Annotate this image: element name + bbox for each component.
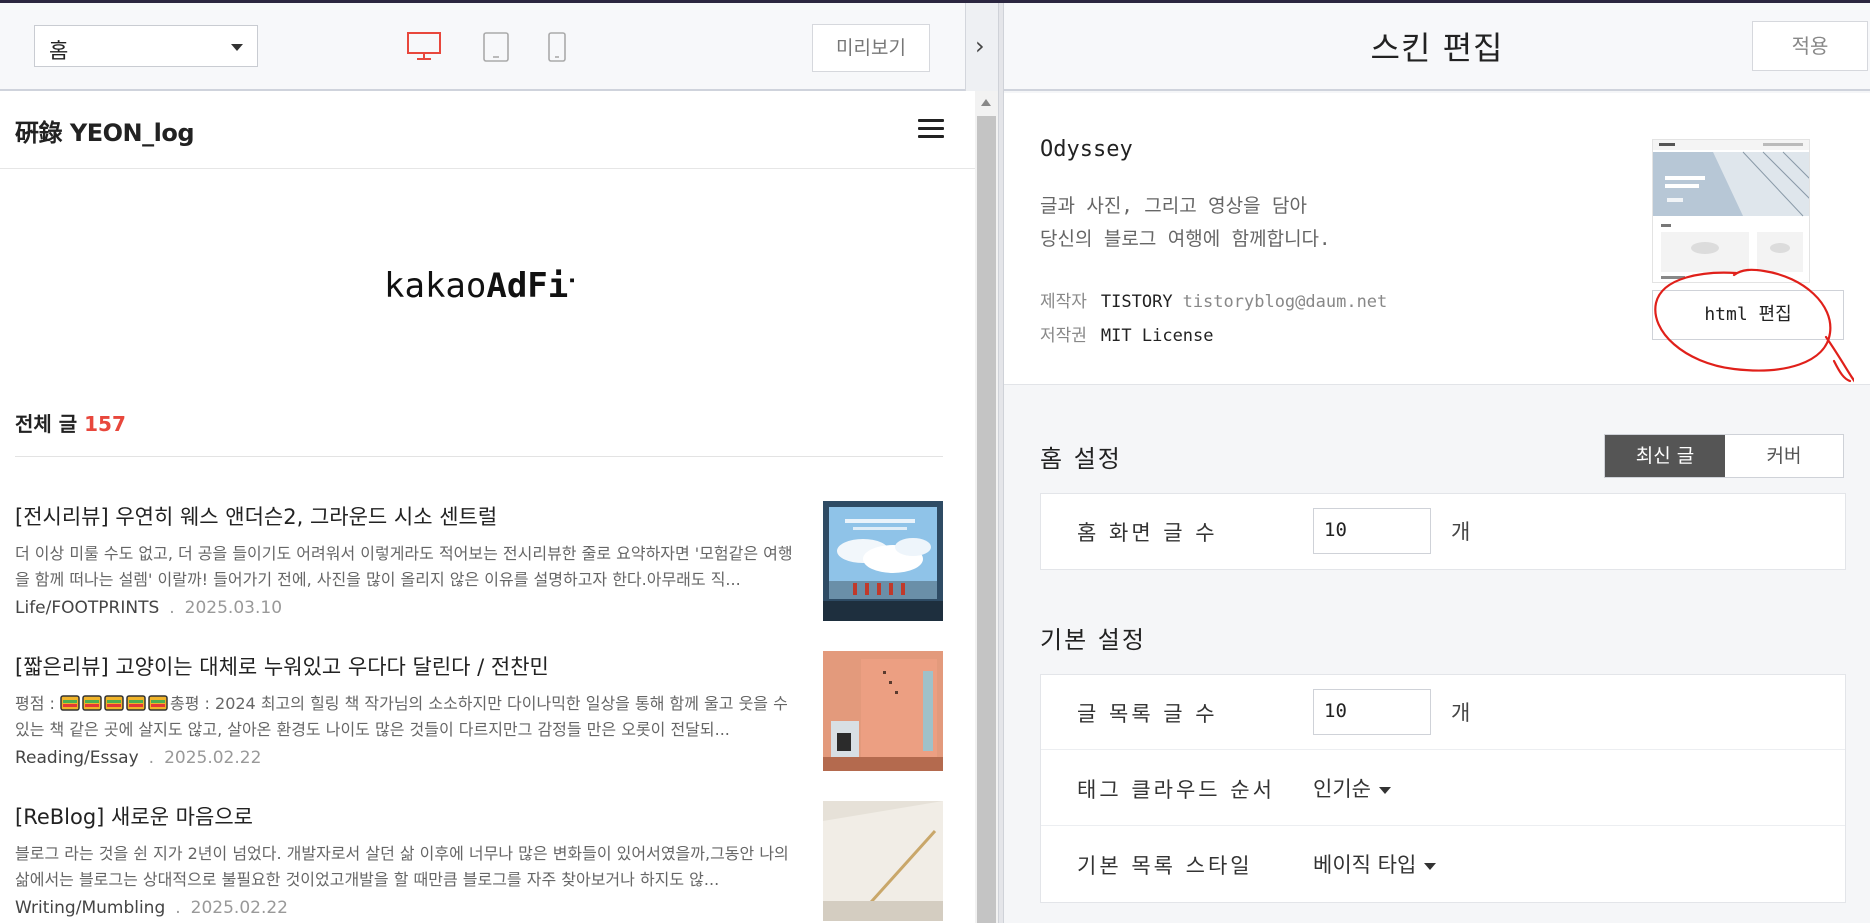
post-title[interactable]: [짧은리뷰] 고양이는 대체로 누워있고 우다다 달린다 / 전찬민	[15, 651, 795, 681]
setting-row: 기본 목록 스타일 베이직 타입	[1041, 827, 1845, 902]
blog-preview: 硏錄 YEON_log kakaoAdFit 전체 글 157 [전시리뷰] 우…	[0, 91, 975, 923]
list-style-label: 기본 목록 스타일	[1077, 854, 1253, 878]
license-value: MIT License	[1100, 326, 1214, 346]
unit-label: 개	[1451, 701, 1471, 725]
post-title[interactable]: [전시리뷰] 우연히 웨스 앤더슨2, 그라운드 시소 센트럴	[15, 501, 795, 531]
post-date: 2025.02.22	[190, 898, 288, 918]
post-excerpt: 블로그 라는 것을 쉰 지가 2년이 넘었다. 개발자로서 살던 삶 이후에 너…	[15, 844, 789, 889]
preview-toolbar: 홈 미리보기	[0, 3, 998, 91]
apply-button[interactable]: 적용	[1752, 21, 1868, 71]
post-category[interactable]: Reading/Essay	[15, 748, 139, 768]
preview-scrollbar[interactable]	[975, 91, 998, 923]
hamburger-icon[interactable]	[918, 119, 944, 139]
post-category[interactable]: Writing/Mumbling	[15, 898, 165, 918]
post-date: 2025.02.22	[164, 748, 262, 768]
post-excerpt: 평점 : 총평 : 2024 최고의 힐링 책 작가님의 소소하지만 다이나믹한…	[15, 691, 797, 743]
skin-license: 저작권 MIT License	[1040, 321, 1214, 346]
post-meta: Life/FOOTPRINTS. 2025.03.10	[15, 598, 282, 618]
page-select[interactable]: 홈	[34, 25, 258, 67]
page-select-value: 홈	[49, 39, 69, 63]
list-post-count-input[interactable]: 10	[1313, 689, 1431, 735]
editor-toolbar: 스킨 편집 적용	[1004, 3, 1870, 91]
scrollbar-thumb[interactable]	[977, 116, 996, 923]
post-item[interactable]: [ReBlog] 새로운 마음으로 블로그 라는 것을 쉰 지가 2년이 넘었다…	[15, 801, 945, 923]
mobile-icon[interactable]	[546, 31, 568, 63]
rating-prefix: 평점 :	[15, 694, 61, 713]
kakao-adfit-banner[interactable]: kakaoAdFit	[384, 266, 574, 316]
adfit-text-bold: AdFit	[486, 266, 574, 306]
caret-down-icon	[231, 44, 243, 51]
total-posts-label: 전체 글	[15, 412, 78, 436]
basic-settings-title: 기본 설정	[1040, 626, 1146, 654]
post-thumbnail[interactable]	[823, 501, 943, 621]
tag-cloud-order-label: 태그 클라우드 순서	[1077, 778, 1275, 802]
skin-description: 글과 사진, 그리고 영상을 담아 당신의 블로그 여행에 함께합니다.	[1040, 190, 1330, 256]
license-key: 저작권	[1040, 326, 1087, 346]
post-date: 2025.03.10	[184, 598, 283, 618]
skin-editor-pane: 스킨 편집 적용 Odyssey 글과 사진, 그리고 영상을 담아 당신의 블…	[1004, 3, 1870, 923]
desktop-icon[interactable]	[406, 31, 442, 61]
skin-description-line: 글과 사진, 그리고 영상을 담아	[1040, 195, 1307, 217]
home-post-count-label: 홈 화면 글 수	[1077, 521, 1218, 545]
caret-down-icon	[1378, 786, 1391, 794]
basic-settings-card: 글 목록 글 수 10 개 태그 클라우드 순서 인기순 기본 목록 스타일 베…	[1040, 674, 1846, 903]
unit-label: 개	[1451, 520, 1471, 544]
post-meta: Writing/Mumbling. 2025.02.22	[15, 898, 288, 918]
post-item[interactable]: [전시리뷰] 우연히 웨스 앤더슨2, 그라운드 시소 센트럴 더 이상 미룰 …	[15, 501, 945, 623]
post-title[interactable]: [ReBlog] 새로운 마음으로	[15, 801, 795, 831]
scroll-up-icon[interactable]	[981, 99, 991, 106]
caret-down-icon	[1424, 862, 1437, 870]
tag-cloud-order-value: 인기순	[1313, 777, 1371, 801]
meta-separator: .	[175, 898, 181, 918]
chevron-right-icon: ›	[975, 32, 985, 60]
post-item[interactable]: [짧은리뷰] 고양이는 대체로 누워있고 우다다 달린다 / 전찬민 평점 : …	[15, 651, 945, 773]
setting-row: 홈 화면 글 수 10 개	[1041, 494, 1845, 569]
list-style-select[interactable]: 베이직 타입	[1313, 849, 1437, 879]
editor-title: 스킨 편집	[1370, 29, 1504, 67]
post-excerpt: 더 이상 미룰 수도 없고, 더 공을 들이기도 어려워서 이렇게라도 적어보는…	[15, 544, 793, 589]
tag-cloud-order-select[interactable]: 인기순	[1313, 773, 1391, 803]
preview-button[interactable]: 미리보기	[812, 24, 930, 72]
home-settings-card: 홈 화면 글 수 10 개	[1040, 493, 1846, 570]
meta-separator: .	[148, 748, 155, 768]
meta-separator: .	[169, 598, 175, 618]
post-thumbnail[interactable]	[823, 651, 943, 771]
list-style-value: 베이직 타입	[1313, 853, 1417, 877]
skin-name: Odyssey	[1040, 137, 1133, 162]
post-thumbnail[interactable]	[823, 801, 943, 921]
red-annotation-circle	[1654, 268, 1854, 383]
list-post-count-label: 글 목록 글 수	[1077, 702, 1218, 726]
tab-latest-posts[interactable]: 최신 글	[1605, 435, 1725, 477]
rating-books-icon	[60, 694, 170, 713]
skin-description-line: 당신의 블로그 여행에 함께합니다.	[1040, 228, 1331, 250]
adfit-text-light: kakao	[384, 266, 487, 306]
post-meta: Reading/Essay. 2025.02.22	[15, 748, 261, 768]
setting-row: 글 목록 글 수 10 개	[1041, 675, 1845, 750]
author-name: TISTORY	[1100, 292, 1173, 312]
home-settings-title: 홈 설정	[1040, 445, 1122, 473]
post-category[interactable]: Life/FOOTPRINTS	[15, 598, 159, 618]
author-email: tistoryblog@daum.net	[1182, 292, 1388, 312]
tab-cover[interactable]: 커버	[1725, 435, 1843, 477]
total-posts: 전체 글 157	[15, 408, 126, 437]
blog-title[interactable]: 硏錄 YEON_log	[15, 113, 195, 148]
setting-row: 태그 클라우드 순서 인기순	[1041, 751, 1845, 826]
tablet-icon[interactable]	[482, 31, 510, 63]
skin-author: 제작자 TISTORY tistoryblog@daum.net	[1040, 287, 1387, 312]
home-mode-toggle: 최신 글 커버	[1604, 434, 1844, 478]
collapse-panel-button[interactable]: ›	[965, 3, 998, 91]
total-posts-count: 157	[84, 412, 126, 436]
blog-header: 硏錄 YEON_log	[0, 91, 975, 169]
divider	[15, 456, 943, 457]
preview-pane: 홈 미리보기 › 硏錄 YEON_log kakaoAdFit 전체 글 15	[0, 3, 998, 923]
home-post-count-input[interactable]: 10	[1313, 508, 1431, 554]
skin-info-card: Odyssey 글과 사진, 그리고 영상을 담아 당신의 블로그 여행에 함께…	[1004, 93, 1870, 385]
author-key: 제작자	[1040, 292, 1087, 312]
